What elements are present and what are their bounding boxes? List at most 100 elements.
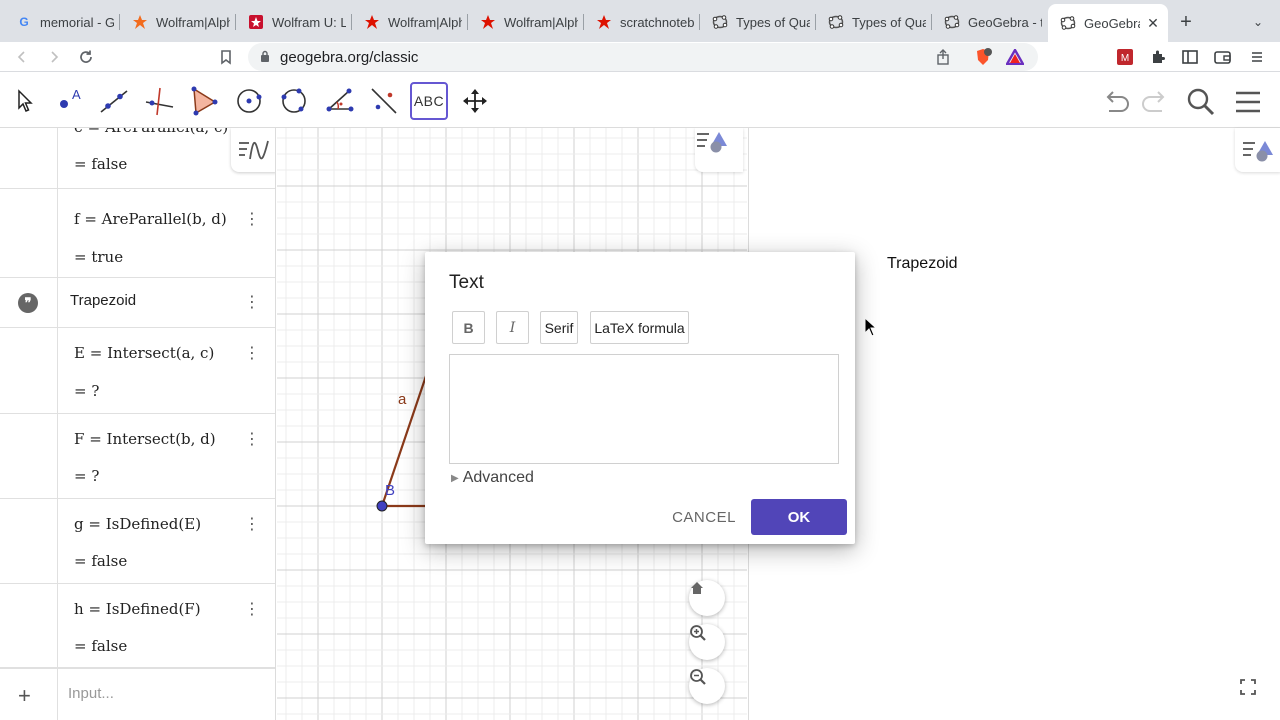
tab-title: Types of Quad bbox=[736, 14, 810, 30]
more-options-icon[interactable]: ⋮ bbox=[244, 209, 260, 229]
browser-tab[interactable]: GeoGebra - th bbox=[932, 6, 1048, 38]
hamburger-menu-icon bbox=[1236, 91, 1260, 113]
cancel-button[interactable]: CANCEL bbox=[669, 499, 739, 535]
browser-tab-active[interactable]: GeoGebra ✕ bbox=[1048, 4, 1168, 42]
wolfram-icon bbox=[364, 14, 380, 30]
reflect-tool-button[interactable] bbox=[365, 82, 403, 120]
zoom-in-icon bbox=[690, 625, 706, 641]
forward-button[interactable] bbox=[42, 45, 66, 69]
browser-tab[interactable]: Types of Quad bbox=[816, 6, 932, 38]
perpendicular-tool-button[interactable] bbox=[140, 82, 178, 120]
wallet-icon[interactable] bbox=[1212, 46, 1234, 68]
graphics-style-bar-toggle[interactable] bbox=[695, 128, 743, 172]
algebra-value: = false bbox=[74, 637, 128, 655]
algebra-item-text[interactable]: ❞ Trapezoid ⋮ bbox=[0, 278, 275, 328]
bookmark-button[interactable] bbox=[214, 45, 238, 69]
tab-search-chevron-icon[interactable]: ⌄ bbox=[1248, 12, 1268, 32]
line-tool-button[interactable] bbox=[95, 82, 133, 120]
more-options-icon[interactable]: ⋮ bbox=[244, 343, 260, 363]
algebra-item-f[interactable]: f = AreParallel(b, d) ⋮ = true bbox=[0, 189, 275, 278]
algebra-item-h[interactable]: h = IsDefined(F) ⋮ = false bbox=[0, 584, 275, 668]
algebra-item-g[interactable]: g = IsDefined(E) ⋮ = false bbox=[0, 499, 275, 584]
italic-button[interactable]: I bbox=[496, 311, 529, 344]
perpendicular-icon bbox=[145, 87, 174, 116]
point-icon: A bbox=[60, 87, 81, 108]
ellipse-icon bbox=[281, 88, 306, 113]
fullscreen-button[interactable] bbox=[1237, 676, 1259, 698]
move-arrow-icon bbox=[18, 89, 33, 112]
text-tool-button[interactable]: ABC bbox=[410, 82, 448, 120]
search-icon bbox=[1187, 88, 1215, 116]
point-tool-button[interactable]: A bbox=[50, 82, 88, 120]
browser-tab[interactable]: Wolfram|Alpha bbox=[468, 6, 584, 38]
algebra-input-field[interactable]: Input... bbox=[68, 685, 114, 702]
sidebar-icon[interactable] bbox=[1179, 46, 1201, 68]
more-options-icon[interactable]: ⋮ bbox=[244, 599, 260, 619]
browser-tab[interactable]: Wolfram U: Le bbox=[236, 6, 352, 38]
text-quote-icon[interactable]: ❞ bbox=[18, 293, 38, 313]
algebra-item-F[interactable]: F = Intersect(b, d) ⋮ = ? bbox=[0, 414, 275, 499]
undo-icon bbox=[1106, 91, 1129, 112]
more-options-icon[interactable]: ⋮ bbox=[244, 514, 260, 534]
browser-tab[interactable]: Wolfram|Alpha bbox=[120, 6, 236, 38]
share-icon[interactable] bbox=[932, 46, 954, 68]
algebra-item-E[interactable]: E = Intersect(a, c) ⋮ = ? bbox=[0, 328, 275, 414]
browser-menu-icon[interactable] bbox=[1246, 46, 1268, 68]
algebra-definition: F = Intersect(b, d) bbox=[74, 430, 216, 448]
back-button[interactable] bbox=[10, 45, 34, 69]
brave-rewards-icon[interactable] bbox=[1004, 46, 1026, 68]
extensions-icon[interactable] bbox=[1147, 46, 1169, 68]
move-tool-button[interactable] bbox=[6, 82, 44, 120]
polygon-tool-button[interactable] bbox=[185, 82, 223, 120]
redo-icon bbox=[1142, 91, 1165, 112]
zoom-in-button[interactable] bbox=[689, 624, 725, 660]
undo-button[interactable] bbox=[1100, 86, 1134, 118]
more-options-icon[interactable]: ⋮ bbox=[244, 292, 260, 312]
graphics2-text-trapezoid[interactable]: Trapezoid bbox=[887, 255, 958, 273]
add-item-icon[interactable]: + bbox=[18, 683, 31, 709]
graphics2-style-bar-toggle[interactable] bbox=[1235, 128, 1280, 172]
browser-tab[interactable]: scratchnotebo bbox=[584, 6, 700, 38]
zoom-out-button[interactable] bbox=[689, 668, 725, 704]
bold-button[interactable]: B bbox=[452, 311, 485, 344]
back-icon bbox=[17, 51, 25, 63]
main-menu-button[interactable] bbox=[1231, 86, 1265, 118]
algebra-style-toggle[interactable] bbox=[231, 128, 275, 172]
latex-formula-button[interactable]: LaTeX formula bbox=[590, 311, 689, 344]
advanced-toggle[interactable]: ▶ Advanced bbox=[451, 469, 534, 487]
text-input-area[interactable] bbox=[449, 354, 839, 464]
algebra-input-row[interactable]: + Input... bbox=[0, 668, 275, 720]
move-graphics-tool-button[interactable] bbox=[456, 82, 494, 120]
home-icon bbox=[691, 582, 703, 594]
ellipse-tool-button[interactable] bbox=[275, 82, 313, 120]
more-options-icon[interactable]: ⋮ bbox=[244, 429, 260, 449]
wolfram-u-icon bbox=[248, 14, 264, 30]
circle-icon bbox=[237, 89, 262, 113]
reload-button[interactable] bbox=[74, 45, 98, 69]
redo-button[interactable] bbox=[1137, 86, 1171, 118]
algebra-definition: g = IsDefined(E) bbox=[74, 515, 202, 533]
mendeley-icon[interactable]: M bbox=[1114, 46, 1136, 68]
mouse-cursor-icon bbox=[864, 317, 878, 337]
browser-tab[interactable]: Wolfram|Alpha bbox=[352, 6, 468, 38]
home-button[interactable] bbox=[689, 580, 725, 616]
ok-button[interactable]: OK bbox=[751, 499, 847, 535]
url-bar[interactable]: geogebra.org/classic bbox=[248, 43, 1038, 71]
expand-triangle-icon: ▶ bbox=[451, 472, 459, 484]
brave-shields-icon[interactable] bbox=[972, 46, 994, 68]
geogebra-icon bbox=[944, 14, 960, 30]
new-tab-button[interactable]: + bbox=[1174, 10, 1198, 34]
algebra-value: = ? bbox=[74, 467, 100, 485]
search-button[interactable] bbox=[1184, 86, 1218, 118]
svg-text:A: A bbox=[72, 87, 81, 102]
close-tab-icon[interactable]: ✕ bbox=[1144, 14, 1162, 32]
serif-button[interactable]: Serif bbox=[540, 311, 578, 344]
algebra-definition: e = AreParallel(a, c) bbox=[74, 128, 228, 136]
browser-tab[interactable]: G memorial - Go bbox=[4, 6, 120, 38]
browser-tab[interactable]: Types of Quad bbox=[700, 6, 816, 38]
circle-tool-button[interactable] bbox=[230, 82, 268, 120]
angle-tool-button[interactable] bbox=[320, 82, 358, 120]
tab-title: scratchnotebo bbox=[620, 14, 694, 30]
google-icon: G bbox=[19, 15, 29, 29]
text-tool-label: ABC bbox=[413, 93, 445, 109]
